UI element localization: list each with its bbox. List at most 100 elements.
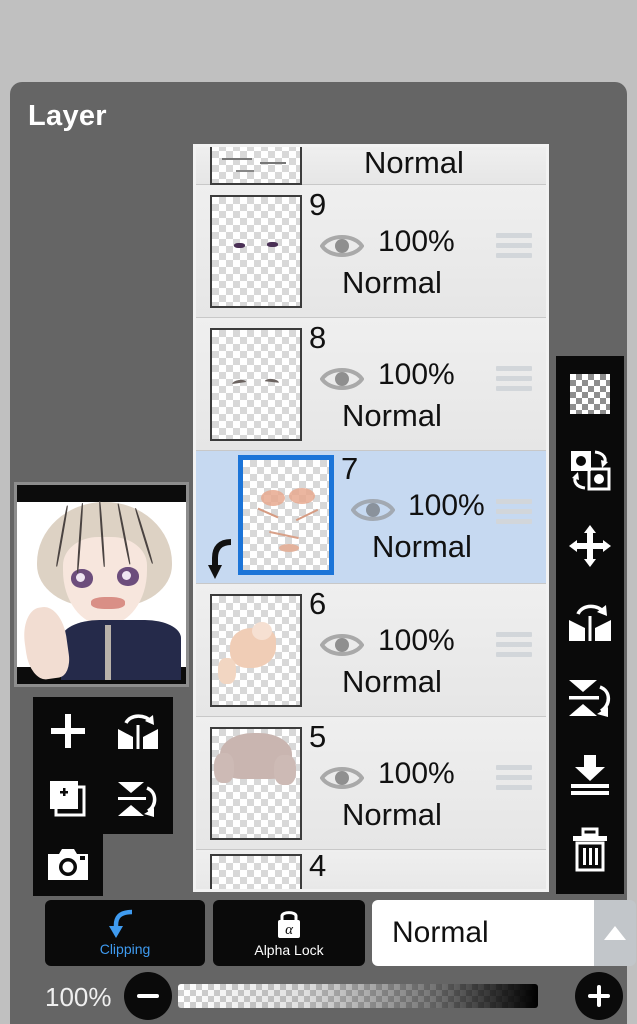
preview-top-band <box>17 485 186 502</box>
thumb-brow-left <box>231 379 247 384</box>
layer-list[interactable]: Normal 9 100% Normal 8 100% Normal 7 100… <box>193 144 549 892</box>
layer-row[interactable]: 4 <box>196 848 546 889</box>
add-layer-icon <box>51 714 85 748</box>
layer-opacity: 100% <box>378 225 455 258</box>
add-layer-button[interactable] <box>33 697 103 765</box>
layer-index: 7 <box>341 451 359 486</box>
merge-down-button[interactable] <box>556 736 624 812</box>
thumb-line-mark <box>257 507 279 519</box>
duplicate-layer-button[interactable] <box>33 765 103 833</box>
layer-drag-handle[interactable] <box>496 765 532 791</box>
layer-thumbnail[interactable] <box>238 455 334 575</box>
minus-icon <box>137 994 159 998</box>
blend-mode-stepper[interactable] <box>594 900 636 966</box>
layer-row[interactable]: 8 100% Normal <box>196 318 546 451</box>
layer-thumbnail[interactable] <box>210 854 302 889</box>
opacity-slider-track[interactable] <box>178 984 538 1008</box>
chevron-up-icon <box>604 926 626 940</box>
opacity-slider-row: 100% <box>0 968 637 1024</box>
clipping-icon <box>109 909 133 938</box>
layer-visibility-toggle[interactable] <box>320 630 364 660</box>
blend-mode-select[interactable]: Normal <box>372 900 594 966</box>
thumb-skin-patch <box>218 658 236 684</box>
layer-visibility-toggle[interactable] <box>320 231 364 261</box>
layer-opacity: 100% <box>408 489 485 522</box>
alpha-lock-label: Alpha Lock <box>254 942 324 958</box>
flip-horizontal-button[interactable] <box>103 697 173 765</box>
flip-horizontal-button[interactable] <box>556 584 624 660</box>
layer-blend-mode: Normal <box>342 797 442 832</box>
right-toolbar[interactable] <box>556 356 624 946</box>
merge-down-icon <box>571 755 609 795</box>
layer-drag-handle[interactable] <box>496 233 532 259</box>
layer-thumbnail[interactable] <box>210 147 302 185</box>
layer-visibility-toggle[interactable] <box>320 364 364 394</box>
plus-icon-vertical <box>597 985 601 1007</box>
layer-row[interactable]: 6 100% Normal <box>196 584 546 717</box>
layer-index: 5 <box>309 719 327 754</box>
thumb-blush-left <box>261 490 285 506</box>
clipping-label: Clipping <box>99 941 151 957</box>
thumb-sketch-mark <box>260 162 286 164</box>
thumb-hair-lump <box>214 753 234 783</box>
layer-index: 6 <box>309 586 327 621</box>
thumb-eye-right <box>267 242 278 247</box>
camera-button[interactable] <box>33 831 103 899</box>
layer-row[interactable]: 5 100% Normal <box>196 717 546 850</box>
layer-row[interactable]: 9 100% Normal <box>196 185 546 318</box>
layer-opacity: 100% <box>378 624 455 657</box>
flip-vertical-icon <box>569 680 611 717</box>
move-button[interactable] <box>556 508 624 584</box>
layer-drag-handle[interactable] <box>496 632 532 658</box>
flip-vertical-icon <box>118 782 157 817</box>
transparency-checker-icon <box>570 374 610 414</box>
page-title: Layer <box>28 100 107 132</box>
layer-thumbnail[interactable] <box>210 195 302 308</box>
layer-opacity: 100% <box>378 358 455 391</box>
camera-toolbar[interactable] <box>33 834 103 896</box>
preview-zipper <box>105 625 111 680</box>
layer-opacity: 100% <box>378 757 455 790</box>
preview-mouth <box>91 597 125 609</box>
swap-layers-icon <box>571 450 611 491</box>
opacity-decrease-button[interactable] <box>124 972 172 1020</box>
layer-thumbnail[interactable] <box>210 328 302 441</box>
layer-blend-mode: Normal <box>342 265 442 300</box>
layer-drag-handle[interactable] <box>496 499 532 525</box>
layer-row-selected[interactable]: 7 100% Normal <box>196 451 546 584</box>
thumb-sketch-mark <box>236 170 254 172</box>
layer-index: 4 <box>309 848 327 883</box>
thumb-hair-lump <box>274 755 296 785</box>
alpha-lock-icon: α <box>278 911 300 938</box>
preview-eye-right <box>117 567 139 586</box>
move-icon <box>569 525 611 567</box>
layer-thumbnail[interactable] <box>210 594 302 707</box>
app-root: Layer Normal 9 100% Normal 8 100% Normal… <box>0 0 637 1024</box>
flip-vertical-button[interactable] <box>556 660 624 736</box>
opacity-increase-button[interactable] <box>575 972 623 1020</box>
layer-blend-mode: Normal <box>372 529 472 564</box>
flip-vertical-button[interactable] <box>103 765 173 833</box>
layer-visibility-toggle[interactable] <box>351 495 395 525</box>
left-toolbar[interactable] <box>33 697 173 834</box>
layer-options-bar: Clipping α Alpha Lock Normal <box>45 900 636 966</box>
clipping-button[interactable]: Clipping <box>45 900 205 966</box>
thumb-brow-right <box>264 378 280 383</box>
swap-layers-button[interactable] <box>556 432 624 508</box>
delete-layer-button[interactable] <box>556 812 624 888</box>
trash-icon <box>573 827 607 872</box>
layer-thumbnail[interactable] <box>210 727 302 840</box>
canvas-preview-thumbnail[interactable] <box>14 482 189 687</box>
transparency-button[interactable] <box>556 356 624 432</box>
layer-blend-mode: Normal <box>342 664 442 699</box>
svg-text:α: α <box>285 922 294 938</box>
layer-row[interactable]: Normal <box>196 147 546 185</box>
thumb-line-mark <box>279 544 299 552</box>
preview-eye-left <box>71 569 93 588</box>
thumb-line-mark <box>295 508 319 522</box>
thumb-blush-right <box>289 488 315 504</box>
layer-drag-handle[interactable] <box>496 366 532 392</box>
layer-index: 8 <box>309 320 327 355</box>
layer-visibility-toggle[interactable] <box>320 763 364 793</box>
alpha-lock-button[interactable]: α Alpha Lock <box>213 900 365 966</box>
